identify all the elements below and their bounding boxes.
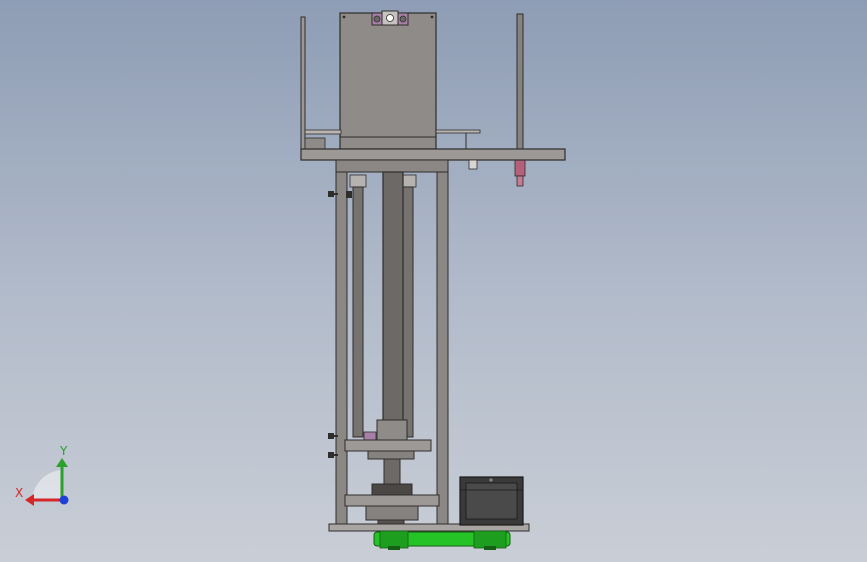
upper-cabinet	[339, 12, 437, 150]
left-guard-rod	[300, 16, 306, 151]
z-axis-dot	[59, 495, 69, 505]
lower-crossbar	[344, 483, 440, 529]
belt-drive	[373, 530, 511, 550]
cad-viewport[interactable]: Y X	[0, 0, 867, 562]
top-bracket	[371, 10, 409, 26]
axis-triad: Y X	[15, 444, 69, 506]
triad-arc-shading	[32, 470, 62, 500]
drive-motor	[459, 476, 524, 526]
guide-shafts	[349, 171, 417, 438]
y-axis-label: Y	[59, 444, 68, 458]
top-plate	[300, 148, 566, 173]
x-axis-label: X	[15, 486, 23, 500]
machine-assembly-drawing: Y X	[15, 10, 566, 550]
